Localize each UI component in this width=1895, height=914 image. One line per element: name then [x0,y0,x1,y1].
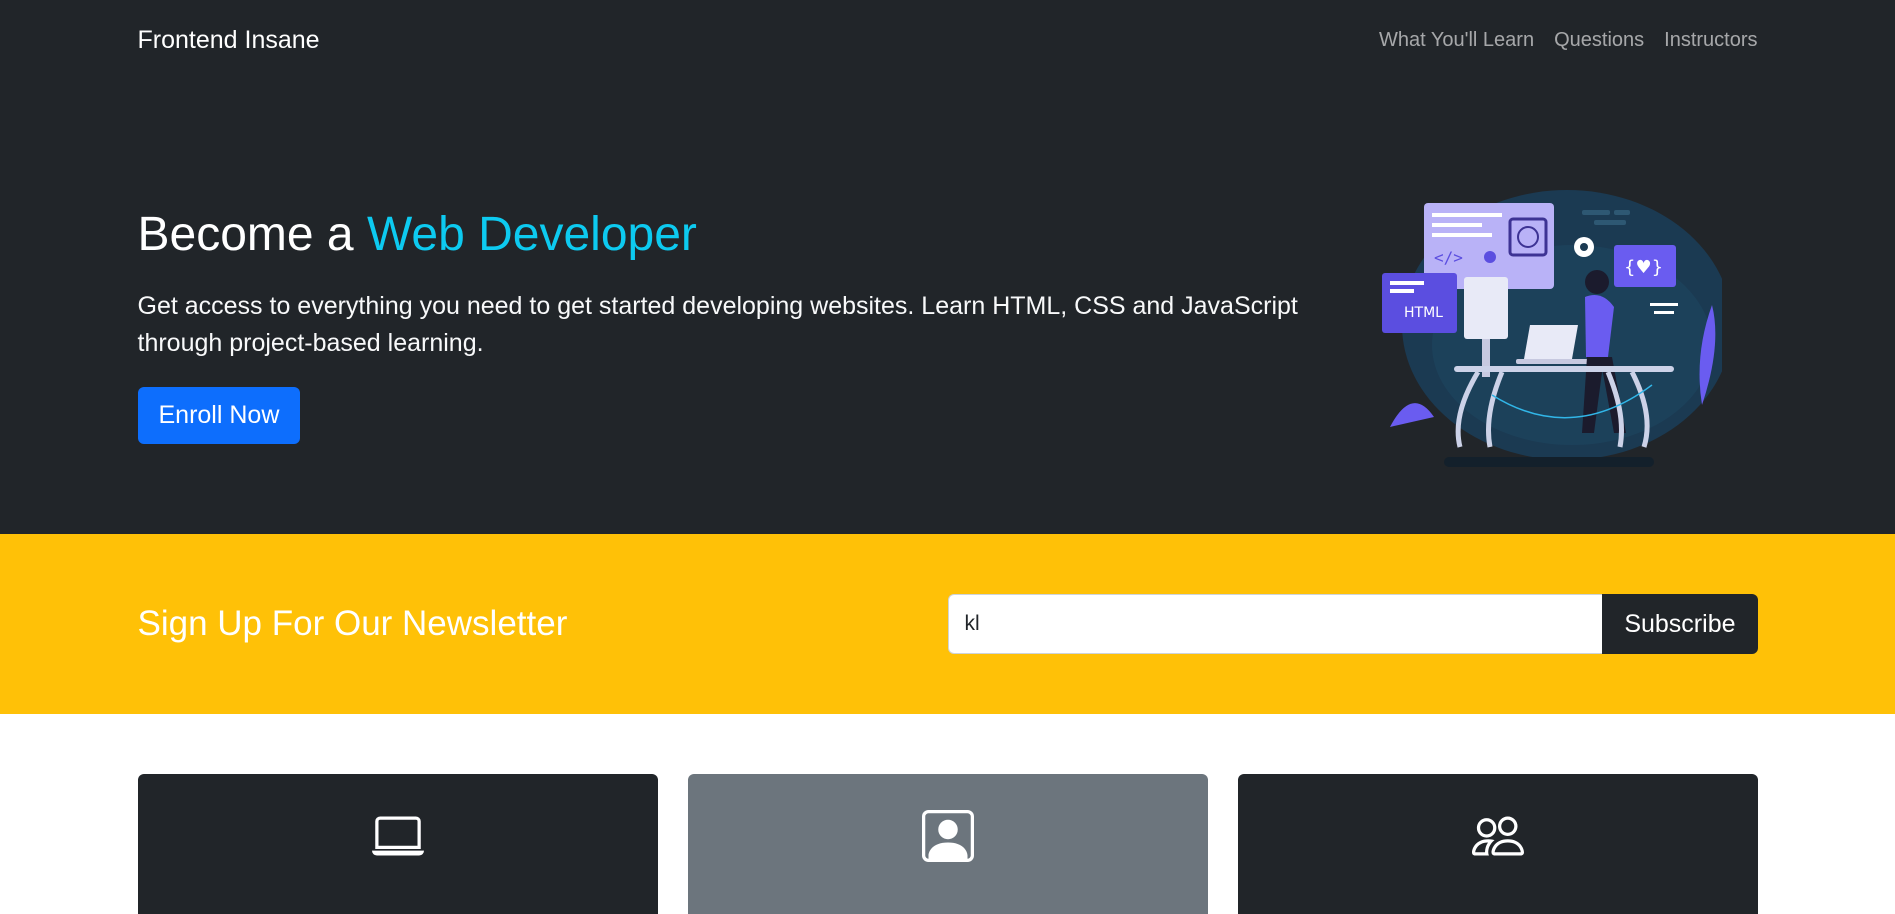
developer-illustration: </> HTML {♥} [1381,190,1722,467]
svg-text:</>: </> [1434,248,1463,267]
nav-link-learn[interactable]: What You'll Learn [1379,29,1534,52]
card-people [1237,774,1758,914]
card-person [687,774,1208,914]
navbar: Frontend Insane What You'll Learn Questi… [0,0,1895,80]
brand-link[interactable]: Frontend Insane [138,26,320,55]
card-laptop [137,774,658,914]
person-square-icon [921,810,974,862]
hero-title-accent: Web Developer [366,208,697,261]
hero-lead: Get access to everything you need to get… [137,291,1298,358]
hero-title: Become a Web Developer [138,206,1318,264]
svg-text:{♥}: {♥} [1624,257,1663,278]
nav-link-questions[interactable]: Questions [1554,29,1644,52]
newsletter-title: Sign Up For Our Newsletter [137,604,568,643]
cards-section [0,714,1895,914]
html-tag-label: HTML [1404,305,1443,321]
nav-links: What You'll Learn Questions Instructors [1379,29,1757,52]
enroll-button[interactable]: Enroll Now [137,386,301,444]
hero-text: Become a Web Developer Get access to eve… [137,80,1318,444]
hero-title-prefix: Become a [137,208,367,261]
newsletter-input-group: Subscribe [947,594,1758,654]
subscribe-button[interactable]: Subscribe [1602,594,1758,654]
laptop-icon [371,816,424,856]
people-icon [1471,816,1524,856]
newsletter-email-input[interactable] [947,594,1603,654]
nav-link-instructors[interactable]: Instructors [1664,29,1757,52]
newsletter-section: Sign Up For Our Newsletter Subscribe [0,534,1895,714]
hero-section: Become a Web Developer Get access to eve… [0,80,1895,534]
